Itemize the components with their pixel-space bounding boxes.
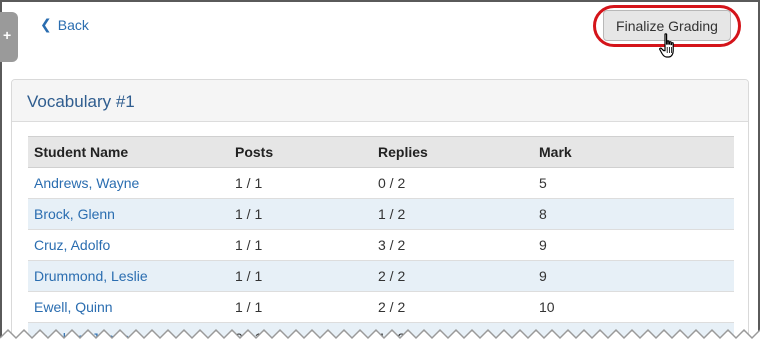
table-row: Drummond, Leslie 1 / 1 2 / 2 9 bbox=[28, 260, 734, 292]
panel-title: Vocabulary #1 bbox=[27, 92, 135, 111]
mark-cell: 8 bbox=[533, 198, 734, 230]
posts-cell: 1 / 1 bbox=[229, 167, 372, 199]
student-name-link[interactable]: Ewell, Quinn bbox=[28, 291, 229, 323]
grading-table: Student Name Posts Replies Mark Andrews,… bbox=[28, 136, 734, 348]
mark-cell: 10 bbox=[533, 291, 734, 323]
posts-cell: 1 / 1 bbox=[229, 198, 372, 230]
replies-cell: 0 / 2 bbox=[372, 167, 533, 199]
posts-cell: 1 / 1 bbox=[229, 291, 372, 323]
back-label: Back bbox=[57, 16, 89, 33]
posts-cell: 1 / 1 bbox=[229, 229, 372, 261]
replies-cell: 1 / 2 bbox=[372, 198, 533, 230]
student-name-link[interactable]: Brock, Glenn bbox=[28, 198, 229, 230]
panel-heading: Vocabulary #1 bbox=[12, 80, 748, 122]
replies-cell: 3 / 2 bbox=[372, 229, 533, 261]
table-row: Cruz, Adolfo 1 / 1 3 / 2 9 bbox=[28, 229, 734, 261]
student-name-link[interactable]: Andrews, Wayne bbox=[28, 167, 229, 199]
assignment-panel: Vocabulary #1 Student Name Posts Replies… bbox=[11, 79, 749, 348]
column-header-mark[interactable]: Mark bbox=[533, 136, 734, 168]
expand-sidebar-tab[interactable]: + bbox=[0, 12, 18, 62]
mark-cell: 9 bbox=[533, 229, 734, 261]
replies-cell: 2 / 2 bbox=[372, 291, 533, 323]
back-link[interactable]: ❮ Back bbox=[40, 16, 89, 33]
mark-cell: 5 bbox=[533, 167, 734, 199]
table-row: Andrews, Wayne 1 / 1 0 / 2 5 bbox=[28, 167, 734, 199]
column-header-student-name[interactable]: Student Name bbox=[28, 136, 229, 168]
table-row: Brock, Glenn 1 / 1 1 / 2 8 bbox=[28, 198, 734, 230]
posts-cell: 1 / 1 bbox=[229, 260, 372, 292]
replies-cell: 2 / 2 bbox=[372, 260, 533, 292]
hand-pointer-icon bbox=[659, 33, 674, 58]
table-row: Ewell, Quinn 1 / 1 2 / 2 10 bbox=[28, 291, 734, 323]
table-header-row: Student Name Posts Replies Mark bbox=[28, 136, 734, 168]
student-name-link[interactable]: Drummond, Leslie bbox=[28, 260, 229, 292]
student-name-link[interactable]: Cruz, Adolfo bbox=[28, 229, 229, 261]
plus-icon: + bbox=[3, 27, 12, 43]
mark-cell: 9 bbox=[533, 260, 734, 292]
torn-edge bbox=[0, 328, 760, 348]
column-header-posts[interactable]: Posts bbox=[229, 136, 372, 168]
chevron-left-icon: ❮ bbox=[40, 16, 52, 32]
column-header-replies[interactable]: Replies bbox=[372, 136, 533, 168]
